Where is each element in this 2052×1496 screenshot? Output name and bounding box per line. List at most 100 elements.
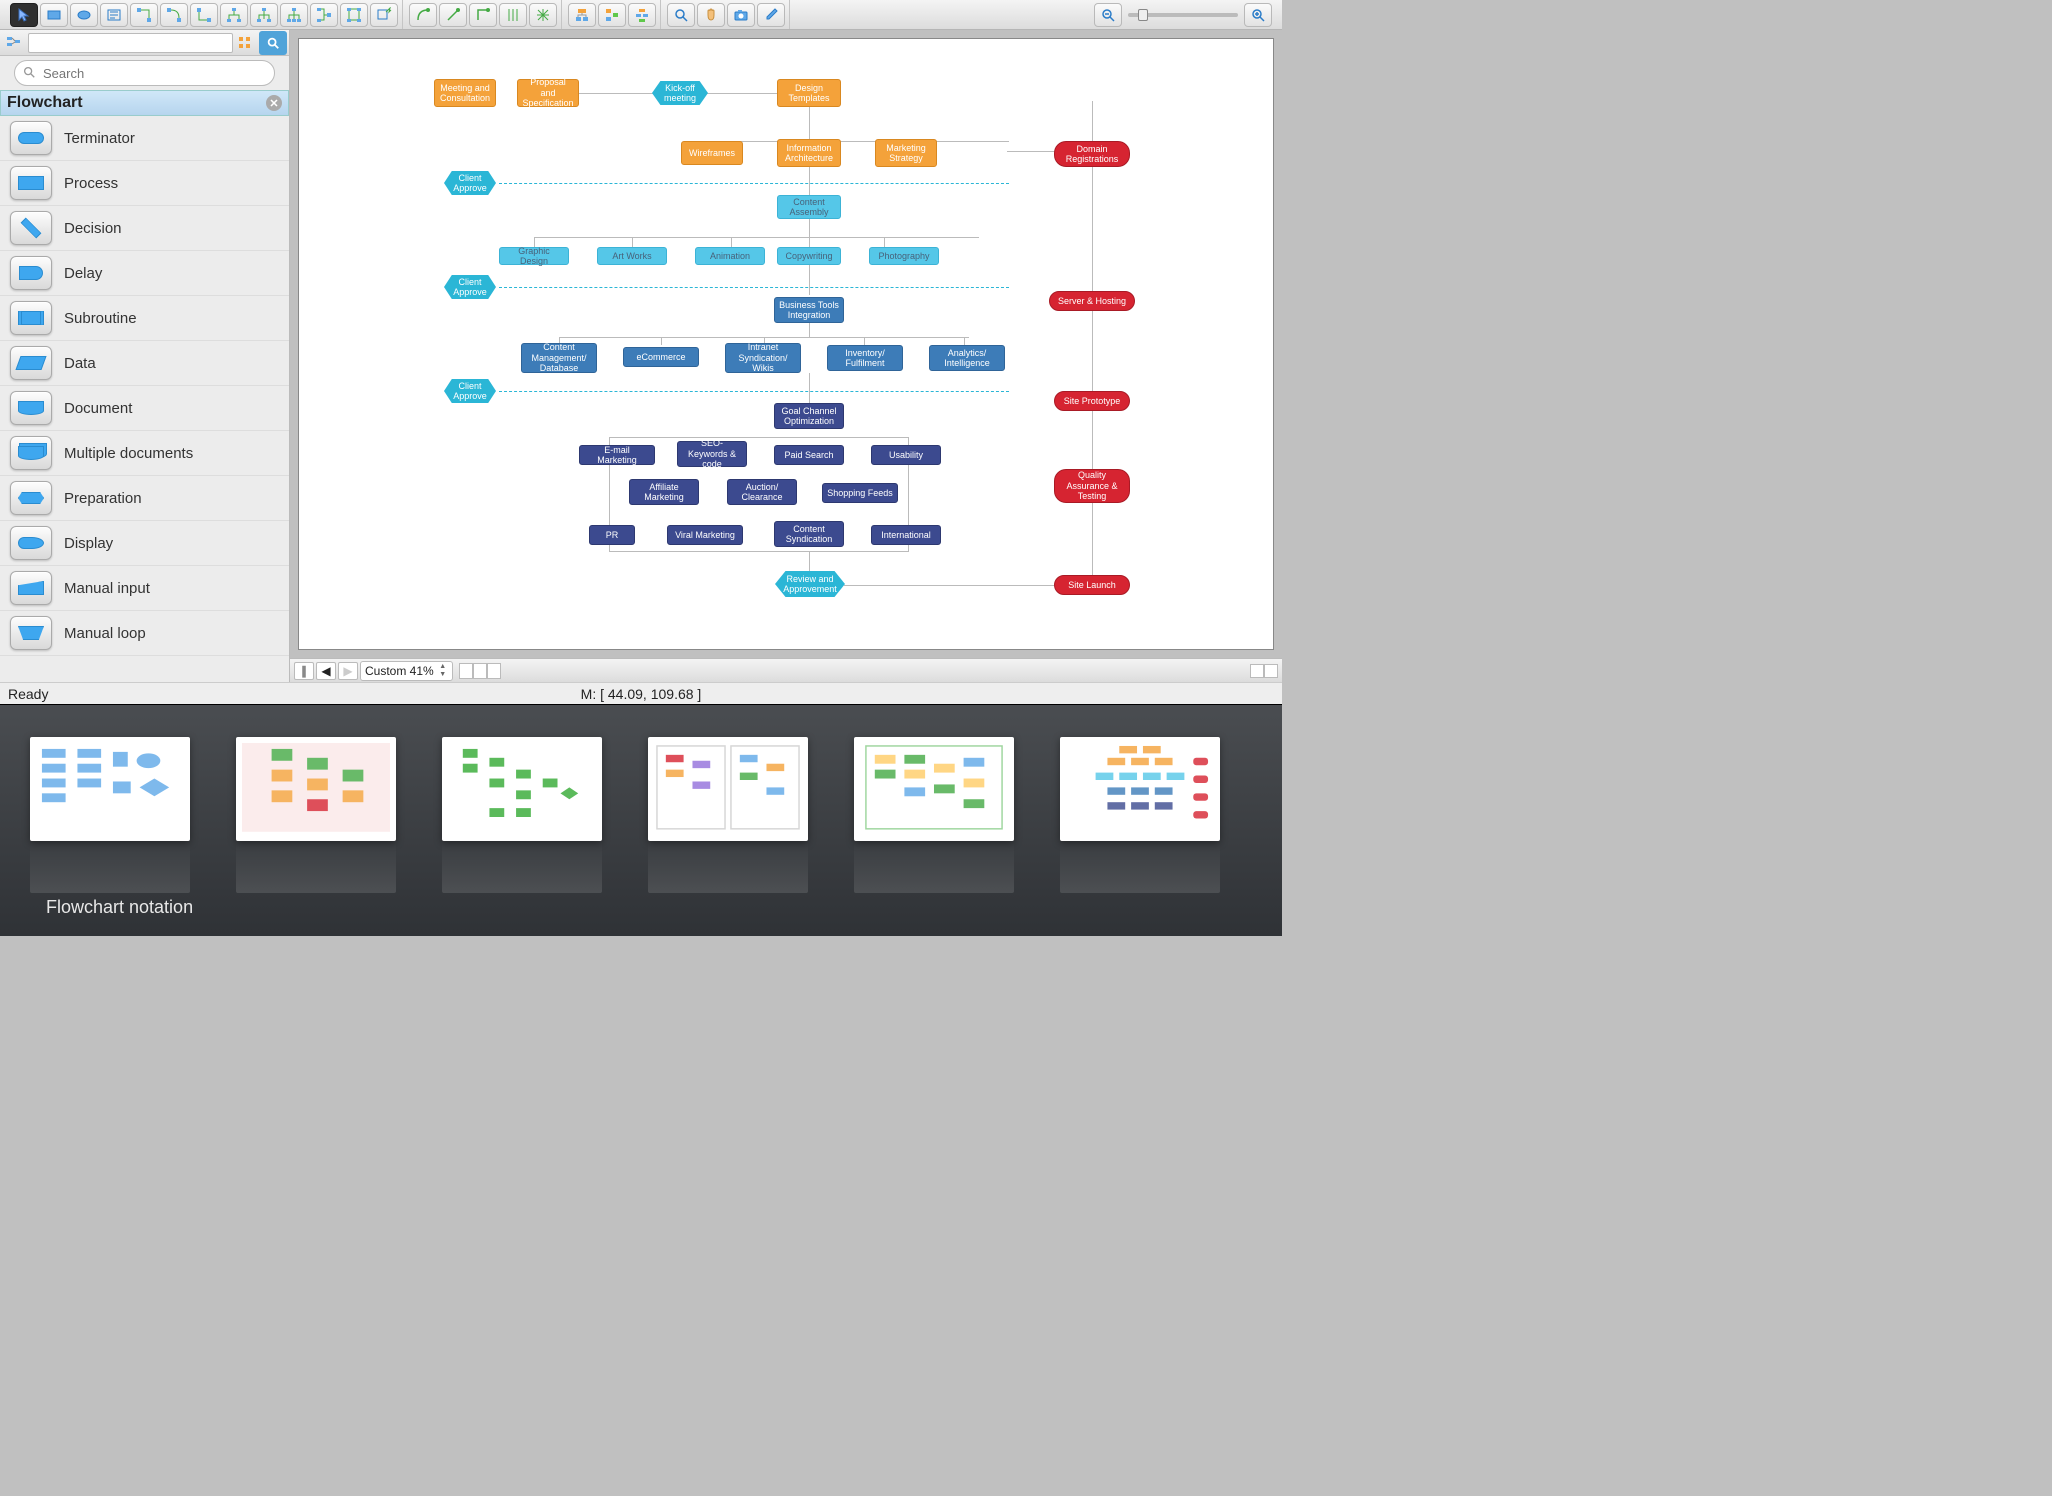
pan-tool[interactable] <box>697 3 725 27</box>
template-thumb-5[interactable] <box>854 737 1014 841</box>
close-section-icon[interactable]: ✕ <box>266 95 282 111</box>
connector-5[interactable] <box>250 3 278 27</box>
node-qa[interactable]: QualityAssurance &Testing <box>1054 469 1130 503</box>
template-thumb-2[interactable] <box>236 737 396 841</box>
node-info-arch[interactable]: InformationArchitecture <box>777 139 841 167</box>
node-pr[interactable]: PR <box>589 525 635 545</box>
node-goal[interactable]: Goal ChannelOptimization <box>774 403 844 429</box>
node-csyn[interactable]: ContentSyndication <box>774 521 844 547</box>
rectangle-tool[interactable] <box>40 3 68 27</box>
node-approve-1[interactable]: ClientApprove <box>444 171 496 195</box>
node-cms[interactable]: ContentManagement/Database <box>521 343 597 373</box>
zoom-level-select[interactable]: Custom 41% ▲▼ <box>360 661 453 681</box>
node-design-templates[interactable]: DesignTemplates <box>777 79 841 107</box>
node-feeds[interactable]: Shopping Feeds <box>822 483 898 503</box>
ellipse-tool[interactable] <box>70 3 98 27</box>
node-content-assembly[interactable]: ContentAssembly <box>777 195 841 219</box>
node-graphic[interactable]: Graphic Design <box>499 247 569 265</box>
shape-process[interactable]: Process <box>0 161 289 206</box>
node-domain-reg[interactable]: DomainRegistrations <box>1054 141 1130 167</box>
connector-3[interactable] <box>190 3 218 27</box>
zoom-step-up[interactable]: ▲ <box>438 663 448 671</box>
shape-subroutine[interactable]: Subroutine <box>0 296 289 341</box>
node-approve-3[interactable]: ClientApprove <box>444 379 496 403</box>
node-launch[interactable]: Site Launch <box>1054 575 1130 595</box>
node-copywriting[interactable]: Copywriting <box>777 247 841 265</box>
text-tool[interactable] <box>100 3 128 27</box>
routing-1[interactable] <box>499 3 527 27</box>
connector-7[interactable] <box>310 3 338 27</box>
node-intl[interactable]: International <box>871 525 941 545</box>
layout-1[interactable] <box>568 3 596 27</box>
prev-page-icon[interactable]: ◀ <box>316 662 336 680</box>
connector-4[interactable] <box>220 3 248 27</box>
pause-pages-icon[interactable]: ∥ <box>294 662 314 680</box>
zoom-tool[interactable] <box>667 3 695 27</box>
node-inventory[interactable]: Inventory/Fulfilment <box>827 345 903 371</box>
node-email[interactable]: E-mail Marketing <box>579 445 655 465</box>
shape-display[interactable]: Display <box>0 521 289 566</box>
shape-preparation[interactable]: Preparation <box>0 476 289 521</box>
snapshot-tool[interactable] <box>727 3 755 27</box>
node-analytics[interactable]: Analytics/Intelligence <box>929 345 1005 371</box>
drawing-canvas[interactable]: Meeting andConsultation Proposal andSpec… <box>298 38 1274 650</box>
zoom-in-button[interactable] <box>1244 3 1272 27</box>
insert-shape-tool[interactable] <box>370 3 398 27</box>
node-artworks[interactable]: Art Works <box>597 247 667 265</box>
node-prototype[interactable]: Site Prototype <box>1054 391 1130 411</box>
node-hosting[interactable]: Server & Hosting <box>1049 291 1135 311</box>
next-page-icon[interactable]: ▶ <box>338 662 358 680</box>
shape-document[interactable]: Document <box>0 386 289 431</box>
template-thumb-1[interactable] <box>30 737 190 841</box>
zoom-out-button[interactable] <box>1094 3 1122 27</box>
shape-delay[interactable]: Delay <box>0 251 289 296</box>
connector-6[interactable] <box>280 3 308 27</box>
shape-decision[interactable]: Decision <box>0 206 289 251</box>
node-kickoff[interactable]: Kick-offmeeting <box>652 81 708 105</box>
expand-1-icon[interactable] <box>1250 664 1264 678</box>
view-mode-2[interactable] <box>473 663 487 679</box>
view-mode-1[interactable] <box>459 663 473 679</box>
layout-3[interactable] <box>628 3 656 27</box>
shape-data[interactable]: Data <box>0 341 289 386</box>
expand-2-icon[interactable] <box>1264 664 1278 678</box>
node-review[interactable]: Review andApprovement <box>775 571 845 597</box>
smart-conn-2[interactable] <box>439 3 467 27</box>
node-proposal[interactable]: Proposal andSpecification <box>517 79 579 107</box>
node-intranet[interactable]: IntranetSyndication/Wikis <box>725 343 801 373</box>
connector-2[interactable] <box>160 3 188 27</box>
shape-manualloop[interactable]: Manual loop <box>0 611 289 656</box>
zoom-step-down[interactable]: ▼ <box>438 671 448 679</box>
library-filter-input[interactable] <box>28 33 233 53</box>
library-search-button[interactable] <box>259 31 287 55</box>
shape-search-input[interactable] <box>14 60 275 86</box>
node-animation[interactable]: Animation <box>695 247 765 265</box>
node-usability[interactable]: Usability <box>871 445 941 465</box>
shape-manualinput[interactable]: Manual input <box>0 566 289 611</box>
eyedropper-tool[interactable] <box>757 3 785 27</box>
library-tree-icon[interactable] <box>0 31 28 55</box>
node-ecommerce[interactable]: eCommerce <box>623 347 699 367</box>
shape-terminator[interactable]: Terminator <box>0 116 289 161</box>
node-affiliate[interactable]: AffiliateMarketing <box>629 479 699 505</box>
layout-2[interactable] <box>598 3 626 27</box>
template-thumb-6[interactable] <box>1060 737 1220 841</box>
node-seo[interactable]: SEO-Keywords &code <box>677 441 747 467</box>
routing-2[interactable] <box>529 3 557 27</box>
node-marketing[interactable]: MarketingStrategy <box>875 139 937 167</box>
zoom-slider[interactable] <box>1128 13 1238 17</box>
node-photography[interactable]: Photography <box>869 247 939 265</box>
library-grid-view-icon[interactable] <box>233 36 257 50</box>
template-thumb-3[interactable] <box>442 737 602 841</box>
connector-1[interactable] <box>130 3 158 27</box>
library-section-header[interactable]: Flowchart ✕ <box>0 90 289 116</box>
node-meeting[interactable]: Meeting andConsultation <box>434 79 496 107</box>
connector-8-dropdown[interactable] <box>340 3 368 27</box>
smart-conn-3[interactable] <box>469 3 497 27</box>
view-mode-3[interactable] <box>487 663 501 679</box>
smart-conn-1[interactable] <box>409 3 437 27</box>
node-biztools[interactable]: Business ToolsIntegration <box>774 297 844 323</box>
node-approve-2[interactable]: ClientApprove <box>444 275 496 299</box>
node-paid[interactable]: Paid Search <box>774 445 844 465</box>
shape-multidoc[interactable]: Multiple documents <box>0 431 289 476</box>
